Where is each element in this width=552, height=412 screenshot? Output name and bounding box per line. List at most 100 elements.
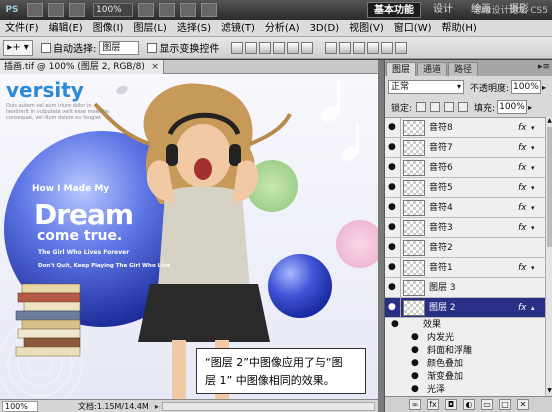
horizontal-scrollbar[interactable]	[161, 401, 375, 411]
lock-transparency-icon[interactable]	[416, 102, 427, 112]
distribute-hcenter-icon[interactable]	[381, 41, 394, 54]
visibility-toggle[interactable]: ●	[385, 178, 401, 198]
visibility-toggle[interactable]: ●	[385, 138, 401, 158]
align-top-icon[interactable]	[231, 41, 244, 54]
distribute-vcenter-icon[interactable]	[339, 41, 352, 54]
align-left-icon[interactable]	[273, 41, 286, 54]
fx-icon[interactable]: fx	[518, 158, 527, 178]
fx-icon[interactable]: fx	[518, 138, 527, 158]
effect-item[interactable]: ● 光泽	[385, 384, 545, 396]
fill-slider-arrow-icon[interactable]: ▸	[528, 103, 532, 112]
blend-mode-select[interactable]: 正常 ▾	[388, 80, 464, 94]
layer-row[interactable]: ● 音符7 fx ▾	[385, 138, 545, 158]
eye-icon[interactable]: ●	[411, 385, 421, 394]
align-right-icon[interactable]	[301, 41, 314, 54]
zoom-level-select[interactable]: 100%	[93, 3, 133, 17]
menu-filter[interactable]: 滤镜(T)	[216, 20, 260, 37]
expand-effects-icon[interactable]: ▾	[531, 218, 535, 238]
opacity-field[interactable]: 100%	[511, 80, 542, 94]
distribute-bottom-icon[interactable]	[353, 41, 366, 54]
show-transform-checkbox[interactable]	[147, 42, 158, 53]
document-canvas[interactable]: versity Duis autem vel eum iriure dolor …	[0, 74, 378, 399]
expand-effects-icon[interactable]: ▾	[531, 258, 535, 278]
add-style-icon[interactable]: fx	[427, 399, 439, 410]
menu-window[interactable]: 窗口(W)	[389, 20, 437, 37]
workspace-essentials-button[interactable]: 基本功能	[367, 2, 421, 18]
extras-icon[interactable]	[69, 3, 85, 17]
screen-mode-icon[interactable]	[201, 3, 217, 17]
lock-position-icon[interactable]	[444, 102, 455, 112]
tool-preset-picker[interactable]: ▸+ ▾	[3, 39, 33, 56]
hand-tool-icon[interactable]	[138, 3, 154, 17]
new-group-icon[interactable]: ▭	[481, 399, 493, 410]
fill-field[interactable]: 100%	[497, 100, 528, 114]
menu-select[interactable]: 选择(S)	[172, 20, 216, 37]
tab-layers[interactable]: 图层	[386, 62, 417, 76]
fx-icon[interactable]: fx	[518, 218, 527, 238]
layer-row[interactable]: ● 音符8 fx ▾	[385, 118, 545, 138]
expand-effects-icon[interactable]: ▾	[531, 158, 535, 178]
delete-layer-icon[interactable]: ✕	[517, 399, 529, 410]
tab-channels[interactable]: 通道	[417, 62, 448, 76]
visibility-toggle[interactable]: ●	[385, 158, 401, 178]
layers-vertical-scrollbar[interactable]: ▲ ▼	[545, 117, 552, 395]
status-menu-arrow-icon[interactable]: ▸	[155, 402, 159, 411]
add-mask-icon[interactable]: ◘	[445, 399, 457, 410]
document-tab[interactable]: 插画.tif @ 100% (图层 2, RGB/8) ×	[0, 60, 164, 74]
visibility-toggle[interactable]: ●	[385, 298, 401, 318]
menu-image[interactable]: 图像(I)	[88, 20, 129, 37]
scroll-thumb[interactable]	[547, 127, 552, 247]
layer-row-selected[interactable]: ● 图层 2 fx ▴	[385, 298, 545, 318]
layer-row[interactable]: ● 音符4 fx ▾	[385, 198, 545, 218]
tab-paths[interactable]: 路径	[448, 62, 479, 76]
visibility-toggle[interactable]: ●	[385, 198, 401, 218]
visibility-toggle[interactable]: ●	[385, 218, 401, 238]
link-layers-icon[interactable]: ∞	[409, 399, 421, 410]
mini-bridge-icon[interactable]	[48, 3, 64, 17]
menu-3d[interactable]: 3D(D)	[305, 20, 345, 37]
scroll-up-icon[interactable]: ▲	[546, 117, 552, 125]
effect-item[interactable]: ● 斜面和浮雕	[385, 345, 545, 357]
bridge-icon[interactable]	[27, 3, 43, 17]
align-vcenter-icon[interactable]	[245, 41, 258, 54]
eye-icon[interactable]: ●	[411, 333, 421, 342]
auto-select-checkbox[interactable]	[41, 42, 51, 53]
fx-icon[interactable]: fx	[518, 198, 527, 218]
expand-effects-icon[interactable]: ▾	[531, 178, 535, 198]
panel-menu-icon[interactable]: ▸≡	[538, 62, 550, 72]
visibility-toggle[interactable]: ●	[385, 278, 401, 298]
fx-icon[interactable]: fx	[518, 118, 527, 138]
effect-item[interactable]: ● 内发光	[385, 332, 545, 344]
eye-icon[interactable]: ●	[391, 320, 401, 329]
layer-row[interactable]: ● 音符3 fx ▾	[385, 218, 545, 238]
layer-row[interactable]: ● 音符1 fx ▾	[385, 258, 545, 278]
scroll-down-icon[interactable]: ▼	[546, 387, 552, 395]
adjustment-layer-icon[interactable]: ◐	[463, 399, 475, 410]
lock-pixels-icon[interactable]	[430, 102, 441, 112]
auto-select-dropdown[interactable]: 图层	[99, 40, 140, 55]
fx-icon[interactable]: fx	[518, 178, 527, 198]
menu-view[interactable]: 视图(V)	[344, 20, 389, 37]
arrange-documents-icon[interactable]	[180, 3, 196, 17]
zoom-tool-icon[interactable]	[159, 3, 175, 17]
eye-icon[interactable]: ●	[411, 359, 421, 368]
align-bottom-icon[interactable]	[259, 41, 272, 54]
menu-file[interactable]: 文件(F)	[0, 20, 44, 37]
expand-effects-icon[interactable]: ▾	[531, 198, 535, 218]
status-zoom-field[interactable]: 100%	[2, 400, 38, 412]
workspace-design-button[interactable]: 设计	[427, 2, 459, 18]
close-icon[interactable]: ×	[151, 60, 159, 74]
new-layer-icon[interactable]: □	[499, 399, 511, 410]
effect-item[interactable]: ● 颜色叠加	[385, 358, 545, 370]
collapse-effects-icon[interactable]: ▴	[531, 298, 535, 318]
expand-effects-icon[interactable]: ▾	[531, 138, 535, 158]
menu-layer[interactable]: 图层(L)	[128, 20, 171, 37]
effect-item[interactable]: ● 渐变叠加	[385, 371, 545, 383]
expand-effects-icon[interactable]: ▾	[531, 118, 535, 138]
lock-all-icon[interactable]	[458, 102, 469, 112]
menu-analysis[interactable]: 分析(A)	[260, 20, 305, 37]
fx-icon[interactable]: fx	[518, 298, 527, 318]
visibility-toggle[interactable]: ●	[385, 258, 401, 278]
distribute-top-icon[interactable]	[325, 41, 338, 54]
visibility-toggle[interactable]: ●	[385, 118, 401, 138]
